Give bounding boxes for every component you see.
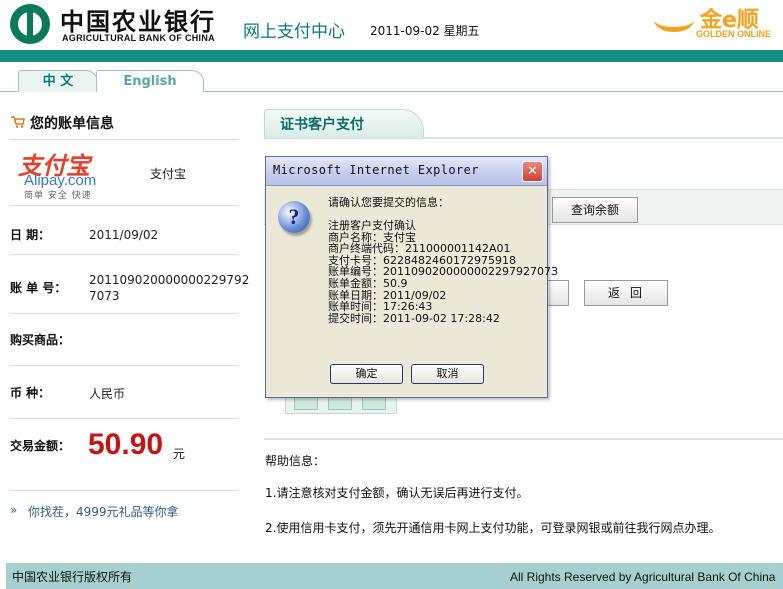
confirm-dialog: Microsoft Internet Explorer ✕ ? 请确认您要提交的… xyxy=(265,156,558,398)
dialog-title: Microsoft Internet Explorer xyxy=(273,163,479,177)
footer-copyright-en: All Rights Reserved by Agricultural Bank… xyxy=(510,570,776,584)
tab-certificate-payment-label: 证书客户支付 xyxy=(280,117,364,133)
double-chevron-icon: » xyxy=(10,503,18,517)
dialog-line: 提交时间：2011-09-02 17:28:42 xyxy=(328,311,500,325)
divider xyxy=(10,139,238,140)
divider xyxy=(264,438,783,440)
question-icon: ? xyxy=(278,201,310,233)
cart-icon xyxy=(11,116,25,128)
promo-link[interactable]: 你找茬，4999元礼品等你拿 xyxy=(28,503,179,520)
dialog-message: 注册客户支付确认 商户名称：支付宝 商户终端代码：211000001142A01… xyxy=(328,220,558,324)
dialog-prompt: 请确认您要提交的信息： xyxy=(328,196,449,209)
golden-online-logo-en: GOLDEN ONLINE xyxy=(696,29,772,39)
dialog-close-button[interactable]: ✕ xyxy=(522,161,543,182)
bank-name-cn: 中国农业银行 xyxy=(60,7,216,36)
page-title: 网上支付中心 xyxy=(243,22,345,42)
date-value: 2011/09/02 xyxy=(89,228,159,242)
amount-label: 交易金额： xyxy=(10,439,71,453)
amount-value: 50.90 xyxy=(88,428,164,461)
dialog-titlebar[interactable]: Microsoft Internet Explorer ✕ xyxy=(266,157,547,186)
dialog-line: 账单金额：50.9 xyxy=(328,276,408,290)
bill-no-value-line2: 7073 xyxy=(89,289,120,303)
footer-copyright-cn: 中国农业银行版权所有 xyxy=(12,570,133,584)
close-icon: ✕ xyxy=(527,164,538,179)
bill-info-title: 您的账单信息 xyxy=(30,116,114,132)
currency-label: 币 种： xyxy=(10,386,51,400)
divider xyxy=(10,254,238,255)
header-date: 2011-09-02 星期五 xyxy=(370,24,480,38)
help-title: 帮助信息： xyxy=(265,454,326,468)
ok-button[interactable]: 确定 xyxy=(330,364,403,384)
help-item-2: 2.使用信用卡支付，须先开通信用卡网上支付功能，可登录网银或前往我行网点办理。 xyxy=(265,521,721,535)
alipay-slogan: 简单 安全 快速 xyxy=(24,191,92,201)
divider xyxy=(10,418,238,419)
abc-logo-icon xyxy=(10,4,50,44)
cancel-button[interactable]: 取消 xyxy=(411,364,484,384)
header-divider-bar xyxy=(0,50,783,62)
goods-label: 购买商品： xyxy=(10,333,71,347)
golden-online-logo-icon xyxy=(654,8,694,32)
divider xyxy=(10,490,238,491)
tab-chinese[interactable]: 中 文 xyxy=(18,70,98,92)
amount-unit: 元 xyxy=(173,447,186,461)
bill-no-label: 账 单 号： xyxy=(10,281,67,295)
tab-underline xyxy=(264,137,783,139)
dialog-line: 账单时间：17:26:43 xyxy=(328,300,433,314)
query-balance-button[interactable]: 查询余额 xyxy=(552,197,638,223)
divider xyxy=(10,313,238,314)
bank-name-en: AGRICULTURAL BANK OF CHINA xyxy=(62,33,215,43)
merchant-name: 支付宝 xyxy=(150,167,187,181)
back-button[interactable]: 返回 xyxy=(584,280,668,306)
dialog-line: 注册客户支付确认 xyxy=(328,219,416,232)
currency-value: 人民币 xyxy=(89,387,126,401)
date-label: 日 期： xyxy=(10,228,51,242)
divider xyxy=(10,365,238,366)
alipay-logo-en: Alipay.com xyxy=(24,172,97,189)
tab-english[interactable]: English xyxy=(96,70,204,92)
bill-no-value-line1: 201109020000000229792 xyxy=(89,273,250,287)
help-item-1: 1.请注意核对支付金额，确认无误后再进行支付。 xyxy=(265,486,529,500)
divider xyxy=(10,205,238,206)
